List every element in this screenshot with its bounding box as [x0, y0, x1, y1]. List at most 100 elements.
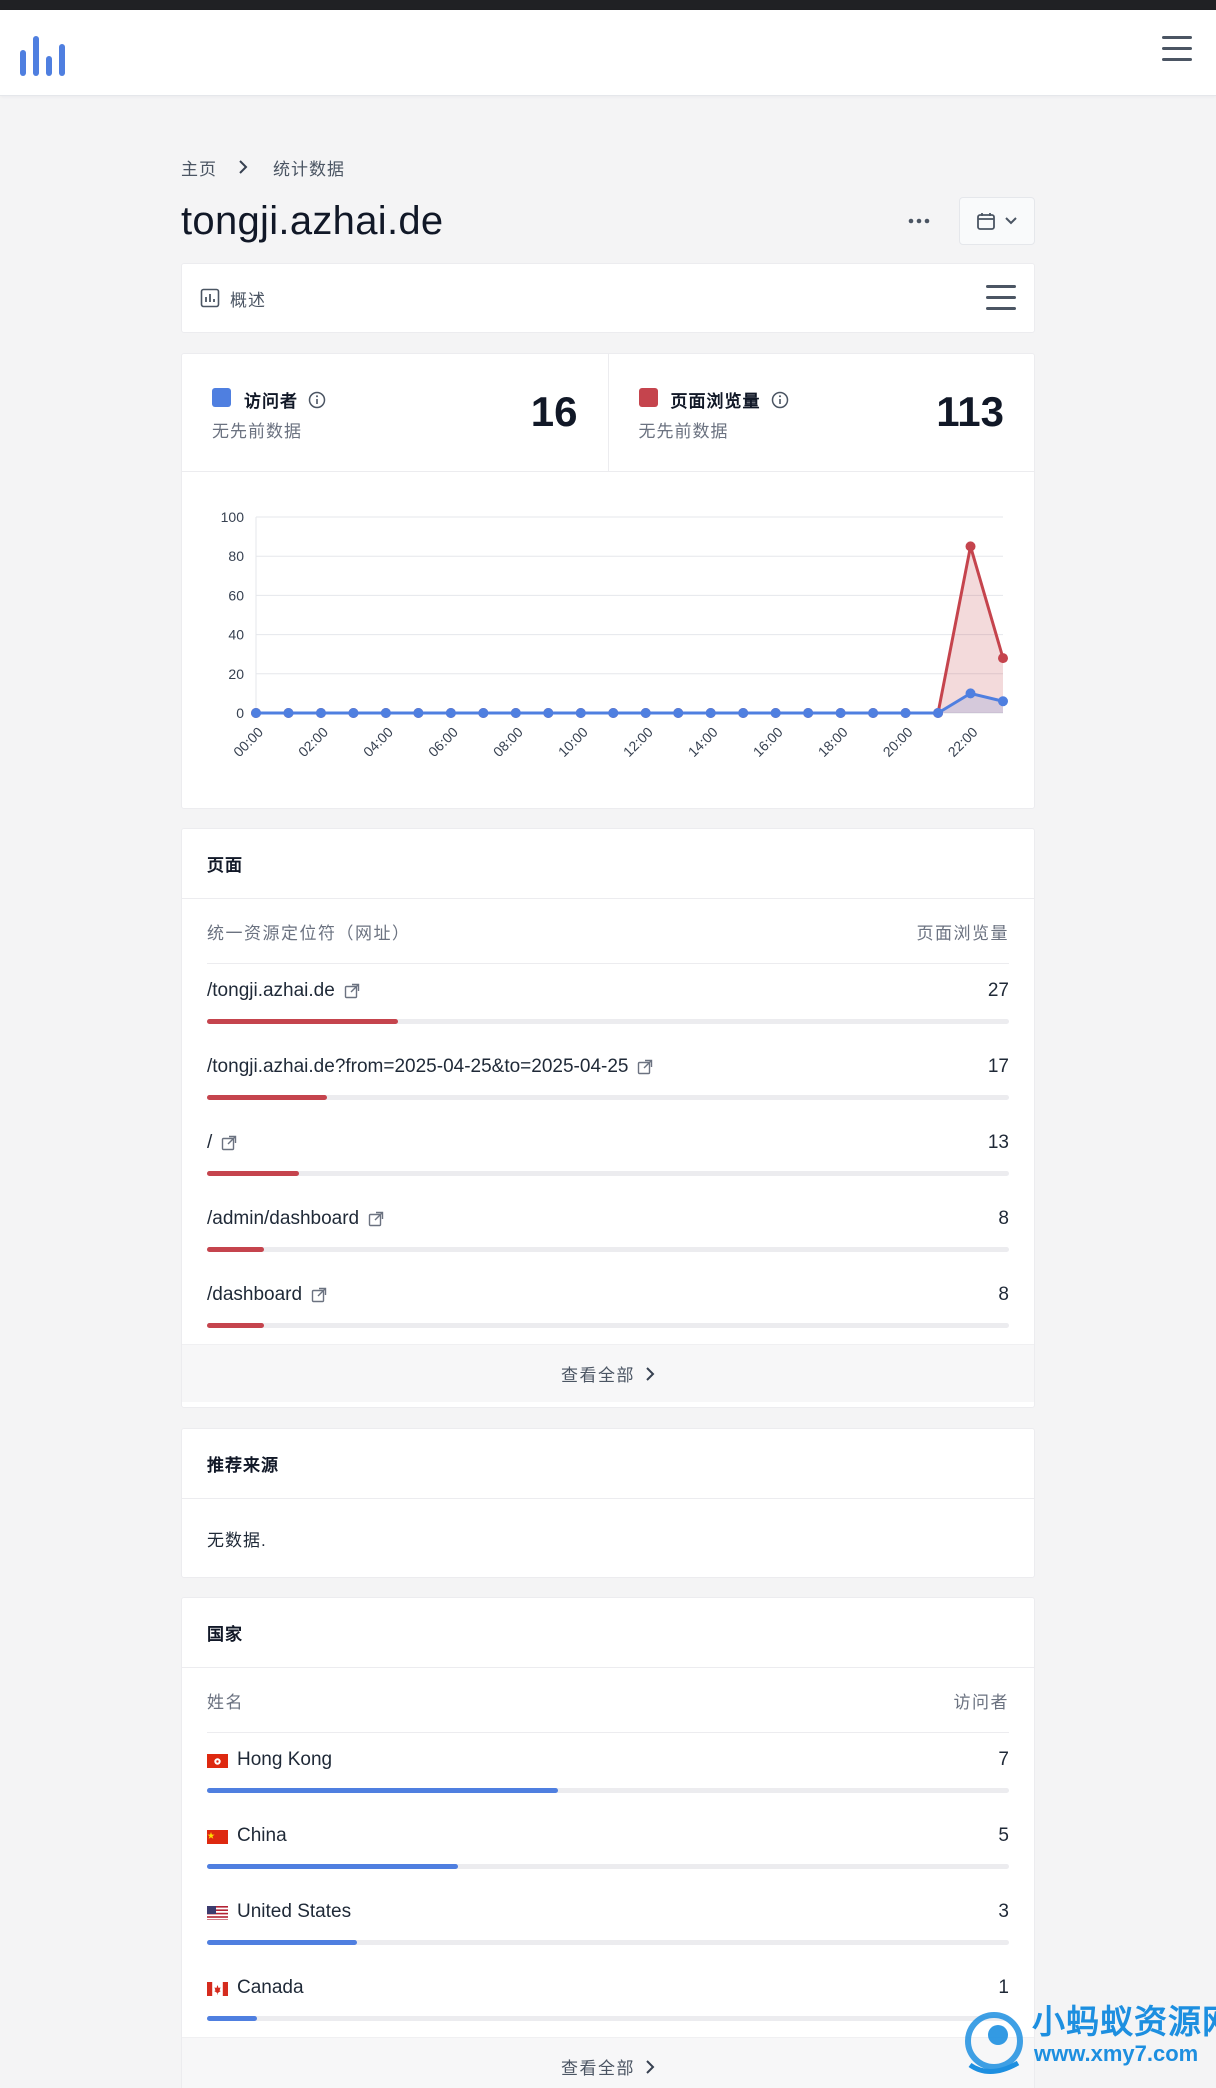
- traffic-chart: 0 20 40 60 80 100 00:00 02:00 04:00 06:00 08:00 10:…: [182, 472, 1036, 808]
- info-icon[interactable]: [308, 391, 326, 409]
- row-label[interactable]: /tongji.azhai.de: [207, 980, 335, 1002]
- x-tick-label: 10:00: [555, 724, 591, 760]
- referrers-card: 推荐来源 无数据.: [181, 1428, 1035, 1578]
- data-point: [543, 708, 554, 718]
- flag-us-icon: [207, 1905, 228, 1920]
- flag-ca-icon: [207, 1981, 228, 1996]
- row-bar-fill: [207, 1864, 458, 1869]
- row-bar-track: [207, 1323, 1009, 1328]
- row-bar-fill: [207, 1940, 358, 1945]
- page-row[interactable]: /dashboard 8: [207, 1268, 1009, 1344]
- data-point: [998, 653, 1008, 664]
- watermark-title: 小蚂蚁资源网: [1032, 2003, 1216, 2040]
- external-link-icon[interactable]: [344, 983, 360, 999]
- row-value: 13: [987, 1132, 1009, 1153]
- data-point: [315, 708, 326, 718]
- referrers-title: 推荐来源: [182, 1429, 1034, 1499]
- view-tab-bar: 概述: [181, 263, 1035, 333]
- chevron-right-icon: [646, 1366, 655, 1381]
- pages-title: 页面: [182, 829, 1034, 899]
- pages-card: 页面 统一资源定位符（网址） 页面浏览量 /tongji.azhai.de 27/…: [181, 828, 1035, 1408]
- external-link-icon[interactable]: [637, 1059, 653, 1075]
- country-row[interactable]: Canada 1: [207, 1961, 1009, 2037]
- row-label[interactable]: /admin/dashboard: [207, 1208, 359, 1230]
- stat-visitors-value: 16: [530, 388, 578, 435]
- pages-list-header: 统一资源定位符（网址） 页面浏览量: [207, 899, 1009, 964]
- external-link-icon[interactable]: [311, 1287, 327, 1303]
- stat-visitors[interactable]: 访问者 无先前数据 16: [182, 354, 608, 471]
- calendar-icon: [977, 213, 995, 230]
- y-tick-label: 60: [228, 587, 244, 603]
- bar-chart-logo-icon[interactable]: [20, 30, 72, 82]
- data-point: [413, 708, 424, 718]
- row-value: 17: [987, 1056, 1009, 1077]
- x-tick-label: 02:00: [295, 724, 331, 760]
- pages-view-all-label: 查看全部: [561, 1366, 635, 1385]
- chart-icon: [200, 288, 220, 308]
- data-point: [478, 708, 489, 718]
- country-row[interactable]: United States 3: [207, 1885, 1009, 1961]
- row-value: 8: [998, 1284, 1009, 1305]
- x-tick-label: 20:00: [880, 724, 916, 760]
- countries-view-all-label: 查看全部: [561, 2059, 635, 2078]
- tabs-menu-icon[interactable]: [986, 285, 1016, 311]
- data-point: [965, 541, 976, 552]
- row-value: 7: [998, 1749, 1009, 1770]
- countries-list-header: 姓名 访问者: [207, 1668, 1009, 1733]
- page-row[interactable]: /tongji.azhai.de?from=2025-04-25&to=2025…: [207, 1040, 1009, 1116]
- watermark-url: www.xmy7.com: [1034, 2041, 1199, 2066]
- pageviews-swatch: [638, 388, 658, 407]
- x-tick-label: 06:00: [425, 724, 461, 760]
- info-icon[interactable]: [771, 391, 789, 409]
- row-label[interactable]: /tongji.azhai.de?from=2025-04-25&to=2025…: [207, 1056, 628, 1078]
- row-label[interactable]: /dashboard: [207, 1284, 302, 1306]
- row-label: Canada: [237, 1977, 304, 1998]
- row-label: Hong Kong: [237, 1749, 333, 1770]
- y-tick-label: 0: [236, 705, 244, 721]
- tab-overview[interactable]: 概述: [200, 286, 266, 311]
- data-point: [738, 708, 749, 718]
- breadcrumb-home[interactable]: 主页: [181, 155, 217, 180]
- hamburger-menu-icon[interactable]: [1162, 36, 1192, 66]
- country-row[interactable]: Hong Kong 7: [207, 1733, 1009, 1809]
- y-tick-label: 40: [228, 627, 244, 643]
- row-bar-track: [207, 1864, 1009, 1869]
- row-bar-track: [207, 1171, 1009, 1176]
- data-point: [608, 708, 619, 718]
- row-value: 3: [998, 1901, 1009, 1922]
- stat-pageviews[interactable]: 页面浏览量 无先前数据 113: [607, 354, 1035, 471]
- date-range-button[interactable]: [959, 197, 1035, 245]
- row-bar-fill: [207, 1171, 300, 1176]
- page-row[interactable]: / 13: [207, 1116, 1009, 1192]
- row-value: 5: [998, 1825, 1009, 1846]
- data-point: [348, 708, 359, 718]
- external-link-icon[interactable]: [221, 1135, 237, 1151]
- x-tick-label: 14:00: [685, 724, 721, 760]
- stat-visitors-label: 访问者: [244, 392, 298, 411]
- x-tick-label: 04:00: [360, 724, 396, 760]
- x-tick-label: 16:00: [750, 724, 786, 760]
- countries-col-name: 姓名: [207, 1692, 244, 1712]
- top-navbar: [0, 10, 1216, 96]
- row-bar-track: [207, 2016, 1009, 2021]
- y-tick-label: 100: [221, 509, 245, 525]
- country-row[interactable]: China 5: [207, 1809, 1009, 1885]
- row-bar-track: [207, 1095, 1009, 1100]
- page-row[interactable]: /admin/dashboard 8: [207, 1192, 1009, 1268]
- pages-view-all-button[interactable]: 查看全部: [182, 1344, 1034, 1402]
- row-bar-fill: [207, 1247, 264, 1252]
- stat-visitors-sub: 无先前数据: [212, 422, 302, 441]
- flag-cn-icon: [207, 1829, 228, 1844]
- row-label[interactable]: /: [207, 1132, 212, 1154]
- countries-view-all-button[interactable]: 查看全部: [182, 2037, 1034, 2088]
- pages-col-views: 页面浏览量: [916, 923, 1009, 943]
- row-bar-track: [207, 1940, 1009, 1945]
- external-link-icon[interactable]: [368, 1211, 384, 1227]
- page-row[interactable]: /tongji.azhai.de 27: [207, 964, 1009, 1040]
- data-point: [380, 708, 391, 718]
- chevron-right-icon: [646, 2059, 655, 2074]
- tab-overview-label: 概述: [230, 290, 266, 310]
- window-top-strip: [0, 0, 1216, 10]
- data-point: [835, 708, 846, 718]
- more-options-icon[interactable]: [897, 199, 941, 243]
